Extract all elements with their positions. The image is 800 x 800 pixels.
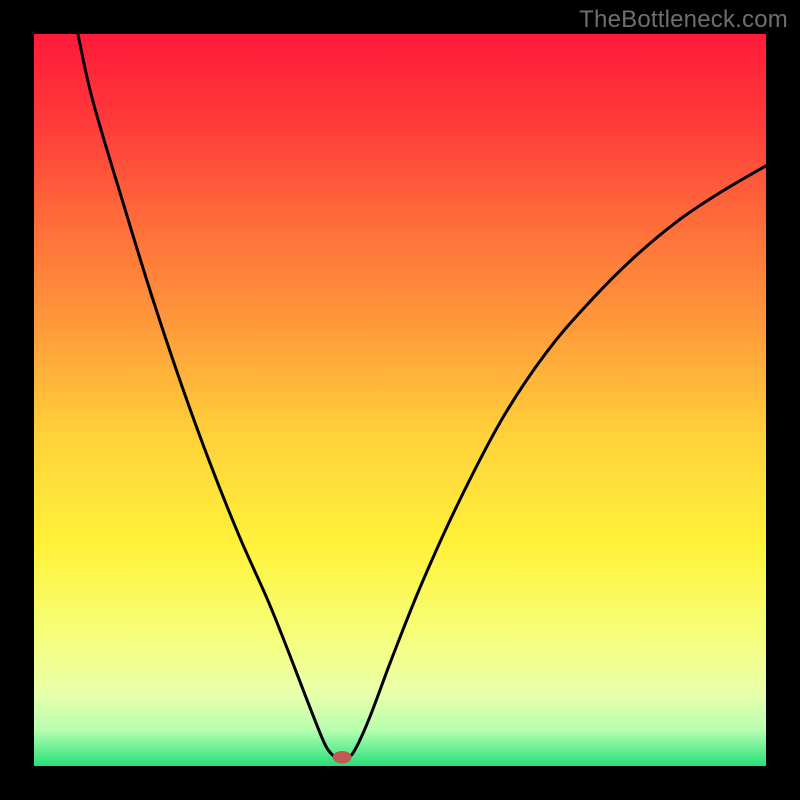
optimal-point-marker — [333, 751, 352, 763]
gradient-background — [34, 34, 766, 766]
watermark-text: TheBottleneck.com — [579, 6, 788, 34]
chart-frame: TheBottleneck.com — [0, 0, 800, 800]
bottleneck-chart — [34, 34, 766, 766]
plot-area — [34, 34, 766, 766]
